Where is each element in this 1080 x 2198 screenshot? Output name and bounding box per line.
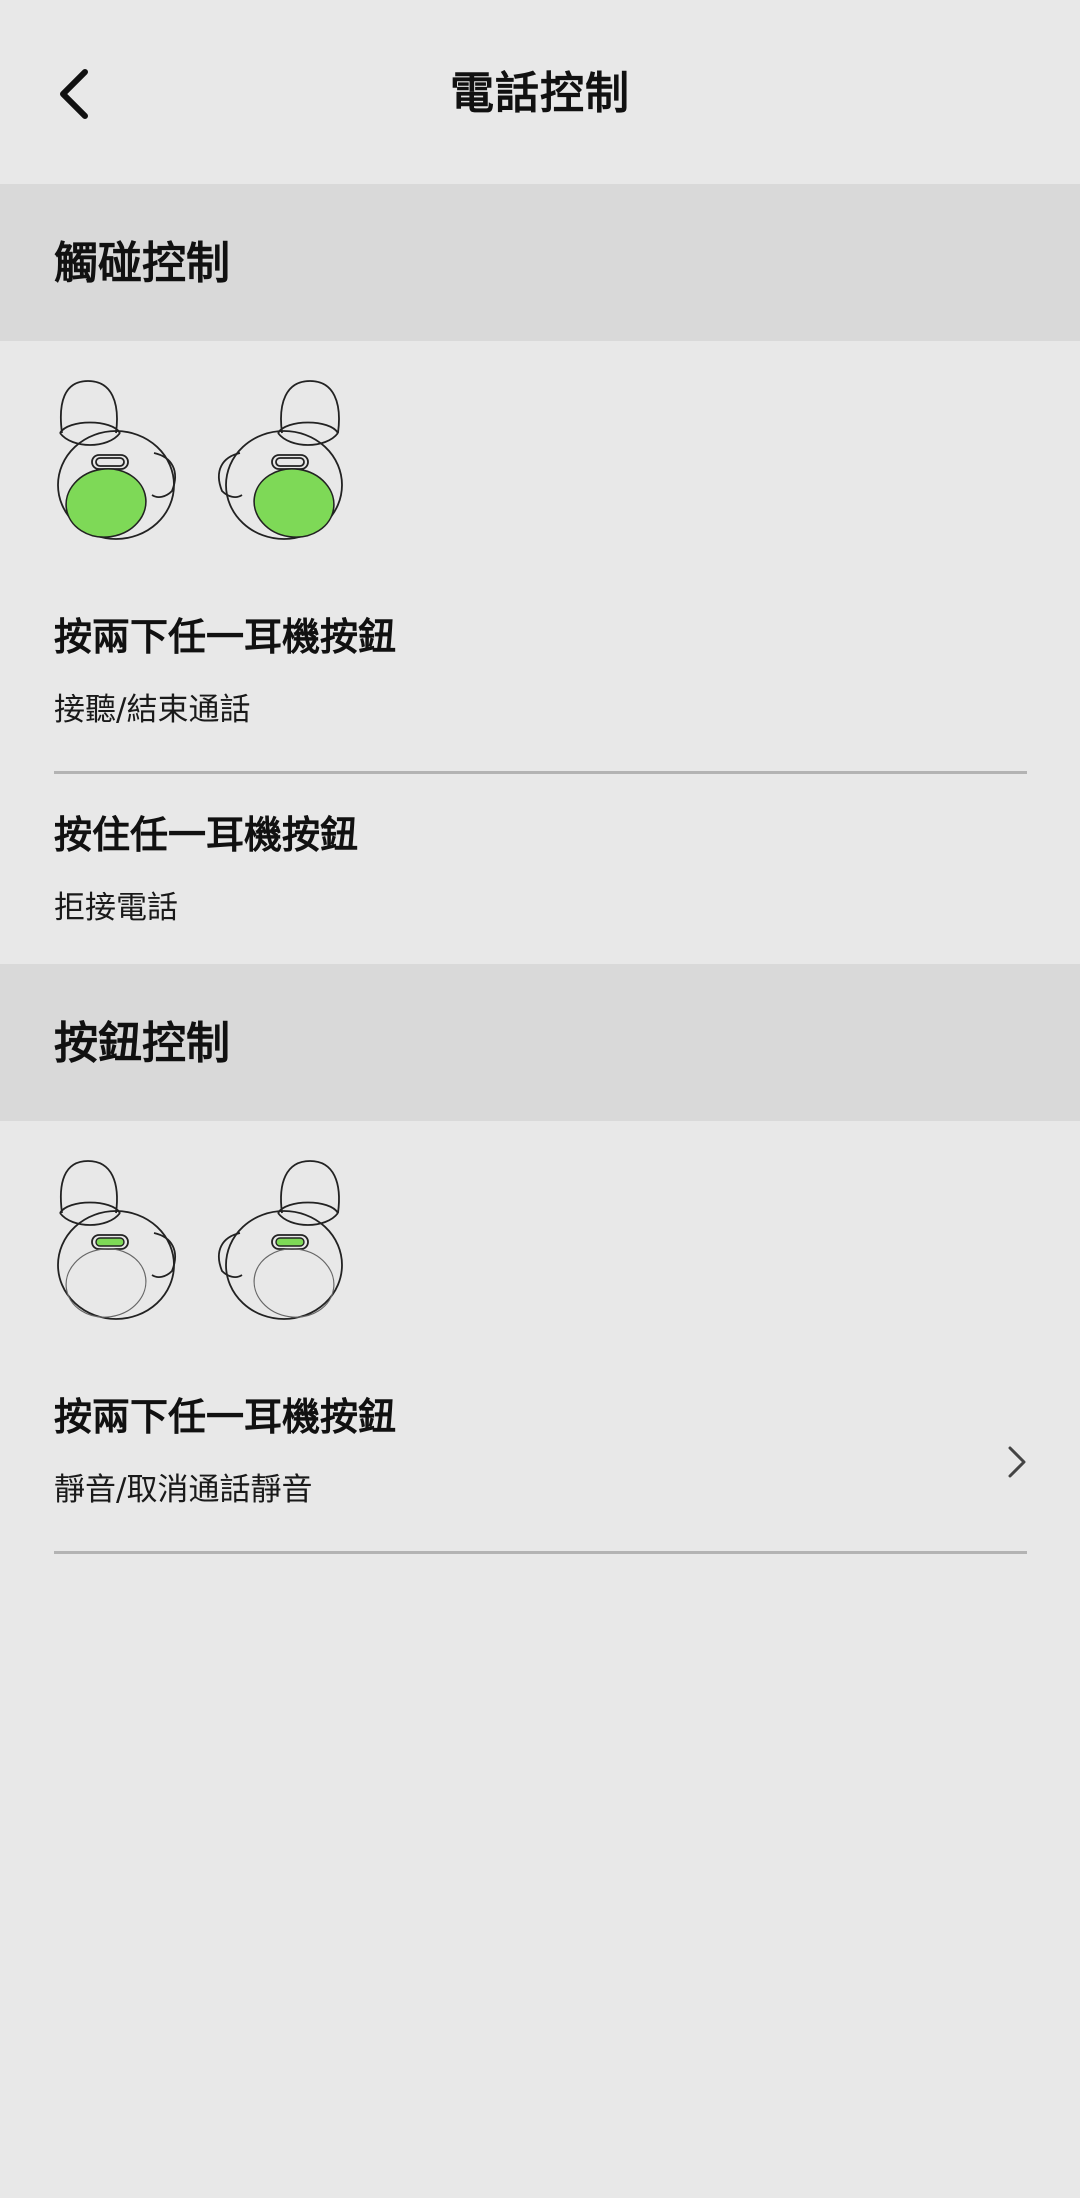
earbuds-touch-area-icon [57,380,343,540]
section-label: 按鈕控制 [54,1018,230,1069]
page-title: 電話控制 [450,68,630,119]
earbuds-button-icon [57,1160,343,1320]
list-item-double-tap-answer[interactable]: 按兩下任一耳機按鈕 接聽/結束通話 [0,610,1080,775]
top-app-bar: 電話控制 [0,0,1080,184]
section-header-touch-control: 觸碰控制 [0,184,1080,341]
row-subtitle: 接聽/結束通話 [54,692,251,728]
row-subtitle: 拒接電話 [54,890,178,926]
row-title: 按兩下任一耳機按鈕 [54,615,397,659]
row-title: 按兩下任一耳機按鈕 [54,1395,397,1439]
list-item-double-tap-mute[interactable]: 按兩下任一耳機按鈕 靜音/取消通話靜音 [0,1390,1080,1555]
divider [54,771,1027,774]
section-label: 觸碰控制 [54,238,230,289]
chevron-right-icon [1008,1446,1026,1478]
divider [54,1551,1027,1554]
row-title: 按住任一耳機按鈕 [54,813,359,857]
section-header-button-control: 按鈕控制 [0,964,1080,1121]
row-subtitle: 靜音/取消通話靜音 [54,1472,313,1508]
list-item-hold-reject[interactable]: 按住任一耳機按鈕 拒接電話 [0,808,1080,958]
